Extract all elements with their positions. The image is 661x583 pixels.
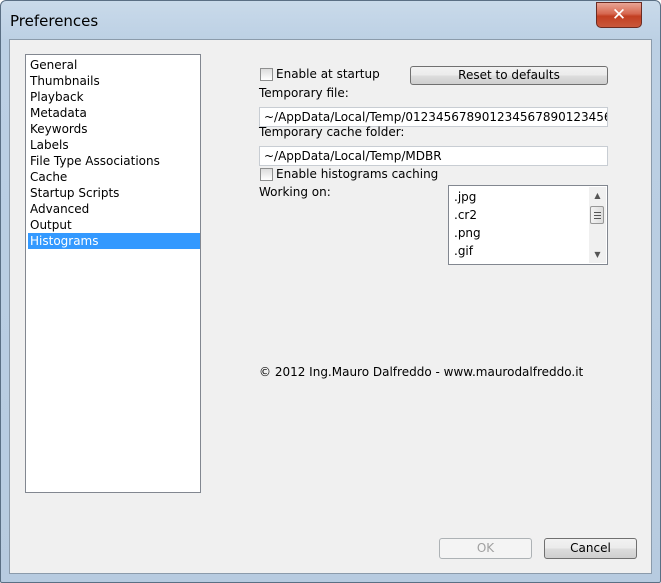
copyright-text: © 2012 Ing.Mauro Dalfreddo - www.mauroda… <box>259 365 584 379</box>
enable-histograms-caching-checkbox[interactable] <box>260 168 273 181</box>
sidebar-item-labels[interactable]: Labels <box>28 137 200 153</box>
enable-at-startup-label[interactable]: Enable at startup <box>276 67 380 81</box>
sidebar-item-output[interactable]: Output <box>28 217 200 233</box>
sidebar-item-histograms[interactable]: Histograms <box>28 233 200 249</box>
list-item[interactable]: .cr2 <box>454 206 477 224</box>
working-on-listbox[interactable]: .jpg .cr2 .png .gif ▲ ▼ <box>448 185 608 265</box>
list-item[interactable]: .gif <box>454 242 473 260</box>
enable-at-startup-checkbox[interactable] <box>260 68 273 81</box>
temporary-cache-folder-input[interactable]: ~/AppData/Local/Temp/MDBR <box>259 146 608 166</box>
list-item[interactable]: .png <box>454 224 481 242</box>
close-icon: ✕ <box>611 5 627 25</box>
temporary-file-input[interactable]: ~/AppData/Local/Temp/0123456789012345678… <box>259 107 608 127</box>
temporary-file-label: Temporary file: <box>259 86 349 100</box>
reset-to-defaults-button[interactable]: Reset to defaults <box>410 66 608 85</box>
cancel-button[interactable]: Cancel <box>544 538 637 559</box>
sidebar-item-playback[interactable]: Playback <box>28 89 200 105</box>
enable-histograms-caching-label[interactable]: Enable histograms caching <box>276 167 438 181</box>
sidebar-item-keywords[interactable]: Keywords <box>28 121 200 137</box>
scrollbar-thumb[interactable] <box>590 206 604 224</box>
sidebar-item-thumbnails[interactable]: Thumbnails <box>28 73 200 89</box>
window-title: Preferences <box>10 12 99 30</box>
sidebar-item-cache[interactable]: Cache <box>28 169 200 185</box>
scroll-down-arrow-icon[interactable]: ▼ <box>589 246 606 263</box>
sidebar-item-file-type-associations[interactable]: File Type Associations <box>28 153 200 169</box>
working-on-scrollbar[interactable]: ▲ ▼ <box>589 187 606 263</box>
temporary-cache-folder-label: Temporary cache folder: <box>259 125 405 139</box>
dialog-client-area: General Thumbnails Playback Metadata Key… <box>9 39 652 574</box>
sidebar-item-metadata[interactable]: Metadata <box>28 105 200 121</box>
working-on-label: Working on: <box>259 185 331 199</box>
preferences-window: Preferences ✕ General Thumbnails Playbac… <box>0 0 661 583</box>
ok-button[interactable]: OK <box>439 538 532 559</box>
close-button[interactable]: ✕ <box>596 2 642 28</box>
scroll-up-arrow-icon[interactable]: ▲ <box>589 187 606 204</box>
preferences-category-list[interactable]: General Thumbnails Playback Metadata Key… <box>25 54 201 493</box>
sidebar-item-advanced[interactable]: Advanced <box>28 201 200 217</box>
sidebar-item-startup-scripts[interactable]: Startup Scripts <box>28 185 200 201</box>
list-item[interactable]: .jpg <box>454 188 476 206</box>
sidebar-item-general[interactable]: General <box>28 57 200 73</box>
title-bar[interactable]: Preferences ✕ <box>1 1 660 39</box>
